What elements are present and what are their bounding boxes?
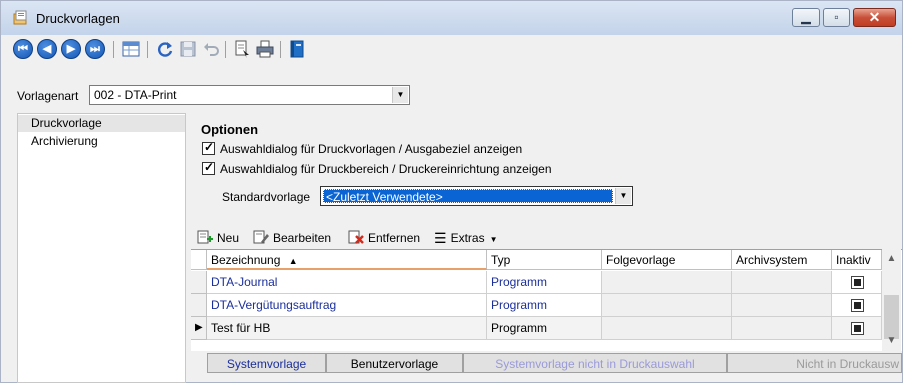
inaktiv-checkbox[interactable] (851, 276, 864, 289)
previous-record-icon[interactable]: ◀ (37, 39, 57, 59)
close-button[interactable]: ✕ (853, 8, 896, 27)
title-bar: Druckvorlagen ▁ ▫ ✕ (1, 1, 902, 35)
last-record-icon[interactable]: ⏭ (85, 39, 105, 59)
minimize-icon: ▁ (801, 10, 811, 24)
cell-archivsystem[interactable] (732, 271, 832, 294)
table-view-icon[interactable] (121, 39, 141, 59)
toolbar-separator (113, 41, 114, 58)
vorlagenart-value: 002 - DTA-Print (94, 88, 177, 102)
inaktiv-checkbox[interactable] (851, 299, 864, 312)
column-header-archivsystem[interactable]: Archivsystem (732, 250, 832, 270)
maximize-icon: ▫ (834, 10, 839, 24)
current-row-indicator: ▶ (191, 317, 207, 340)
show-print-range-dialog-checkbox[interactable] (202, 160, 215, 175)
edit-icon (253, 230, 269, 244)
templates-grid: Bezeichnung ▲ Typ Folgevorlage Archivsys… (191, 249, 902, 351)
column-header-inaktiv[interactable]: Inaktiv (832, 250, 882, 270)
cell-bezeichnung[interactable]: DTA-Vergütungsauftrag (207, 294, 487, 317)
cell-inaktiv[interactable] (832, 317, 882, 340)
print-icon[interactable] (255, 39, 275, 59)
remove-button-label: Entfernen (368, 231, 421, 245)
delete-icon (348, 230, 364, 244)
cell-inaktiv[interactable] (832, 271, 882, 294)
section-list: Druckvorlage Archivierung (17, 113, 186, 383)
column-header-folgevorlage[interactable]: Folgevorlage (602, 250, 732, 270)
main-toolbar: ⏮ ◀ ▶ ⏭ (1, 35, 902, 63)
toolbar-separator (280, 41, 281, 58)
book-icon[interactable] (287, 39, 307, 59)
cell-bezeichnung[interactable]: Test für HB (207, 317, 487, 340)
edit-button[interactable]: Bearbeiten (253, 230, 331, 245)
standard-template-select[interactable]: <Zuletzt Verwendete> ▼ (320, 186, 633, 206)
toolbar-separator (147, 41, 148, 58)
vorlagenart-label: Vorlagenart (17, 89, 79, 103)
column-header-bezeichnung[interactable]: Bezeichnung ▲ (207, 250, 487, 270)
cell-archivsystem[interactable] (732, 294, 832, 317)
options-title: Optionen (201, 122, 259, 137)
section-item-druckvorlage[interactable]: Druckvorlage (18, 115, 185, 132)
scroll-up-icon[interactable]: ▲ (882, 253, 901, 264)
new-button-label: Neu (217, 231, 240, 245)
standard-template-label: Standardvorlage (222, 190, 311, 204)
cell-archivsystem[interactable] (732, 317, 832, 340)
refresh-icon[interactable] (155, 39, 175, 59)
save-icon[interactable] (178, 39, 198, 59)
cell-typ[interactable]: Programm (487, 294, 602, 317)
print-templates-icon (13, 10, 27, 25)
inaktiv-checkbox[interactable] (851, 322, 864, 335)
remove-button[interactable]: Entfernen (348, 230, 420, 245)
legend-user-template: Benutzervorlage (326, 353, 463, 373)
window-title: Druckvorlagen (36, 11, 120, 26)
cell-inaktiv[interactable] (832, 294, 882, 317)
toolbar-separator (225, 41, 226, 58)
legend-system-not-selected: Systemvorlage nicht in Druckauswahl (463, 353, 727, 373)
chevron-down-icon[interactable]: ▼ (392, 87, 408, 103)
row-indicator-header (191, 250, 207, 270)
undo-icon[interactable] (201, 39, 221, 59)
cell-typ[interactable]: Programm (487, 271, 602, 294)
menu-icon: ☰ (434, 230, 447, 246)
cell-typ[interactable]: Programm (487, 317, 602, 340)
sort-ascending-icon: ▲ (288, 256, 298, 266)
show-template-dialog-label: Auswahldialog für Druckvorlagen / Ausgab… (220, 142, 523, 156)
chevron-down-icon[interactable]: ▼ (615, 188, 631, 204)
cell-folgevorlage[interactable] (602, 294, 732, 317)
close-icon: ✕ (868, 9, 881, 25)
scroll-down-icon[interactable]: ▼ (882, 335, 901, 346)
add-icon (197, 230, 213, 244)
print-preview-icon[interactable] (232, 39, 252, 59)
print-templates-window: Druckvorlagen ▁ ▫ ✕ ⏮ ◀ ▶ ⏭ Vorlagenart … (0, 0, 903, 383)
minimize-button[interactable]: ▁ (792, 8, 820, 27)
grid-vertical-scrollbar[interactable]: ▲ ▼ (882, 249, 901, 351)
extras-menu[interactable]: ☰ Extras ▼ (434, 230, 498, 247)
row-indicator (191, 271, 207, 294)
first-record-icon[interactable]: ⏮ (13, 39, 33, 59)
edit-button-label: Bearbeiten (273, 231, 332, 245)
scroll-thumb[interactable] (884, 295, 899, 339)
cell-folgevorlage[interactable] (602, 317, 732, 340)
legend-system-template: Systemvorlage (207, 353, 326, 373)
maximize-button[interactable]: ▫ (823, 8, 850, 27)
next-record-icon[interactable]: ▶ (61, 39, 81, 59)
row-indicator (191, 294, 207, 317)
column-header-typ[interactable]: Typ (487, 250, 602, 270)
cell-bezeichnung[interactable]: DTA-Journal (207, 271, 487, 294)
extras-menu-label: Extras (450, 231, 485, 245)
cell-folgevorlage[interactable] (602, 271, 732, 294)
dropdown-arrow-icon: ▼ (489, 235, 498, 244)
section-item-archivierung[interactable]: Archivierung (18, 133, 185, 150)
standard-template-value: <Zuletzt Verwendete> (323, 189, 613, 204)
current-row-arrow-icon: ▶ (195, 322, 203, 333)
legend-not-in-selection: Nicht in Druckausw (727, 353, 902, 373)
vorlagenart-select[interactable]: 002 - DTA-Print ▼ (89, 85, 410, 105)
new-button[interactable]: Neu (197, 230, 239, 245)
grid-toolbar: Neu Bearbeiten Entfernen ☰ Extras ▼ (191, 227, 902, 249)
show-print-range-dialog-label: Auswahldialog für Druckbereich / Drucker… (220, 162, 552, 176)
show-template-dialog-checkbox[interactable] (202, 140, 215, 155)
